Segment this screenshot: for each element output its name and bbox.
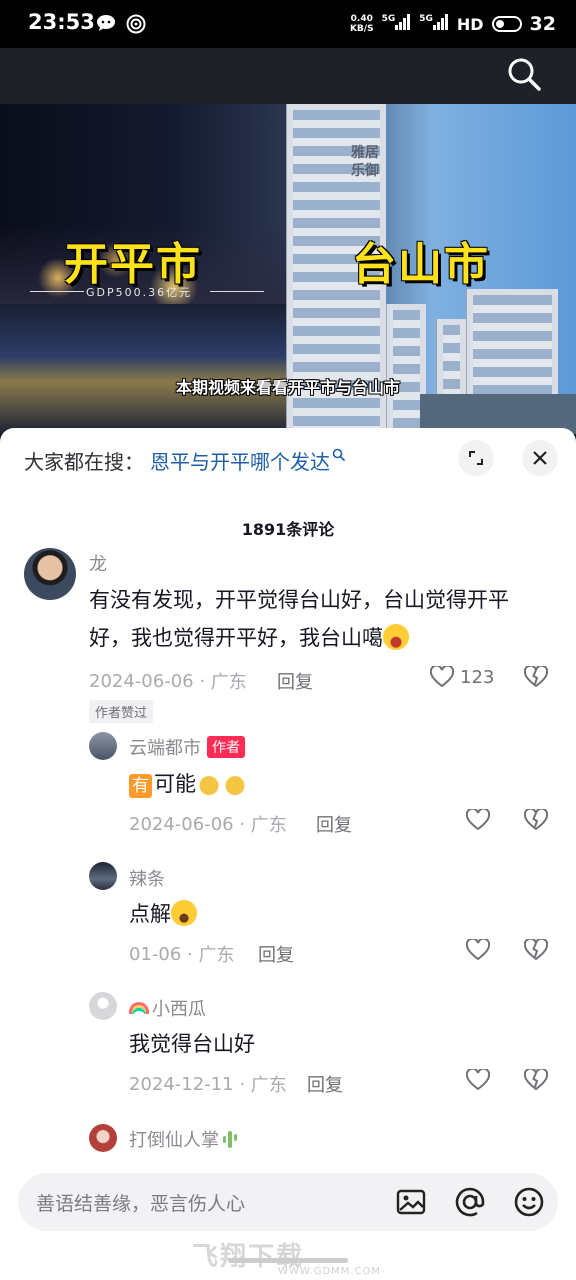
author-tag: 作者 [207, 736, 245, 758]
heart-icon [430, 666, 454, 688]
video-subtitle: 本期视频来看看开平市与台山市 [175, 378, 400, 397]
mention-icon[interactable] [453, 1185, 487, 1219]
expand-button[interactable] [458, 440, 494, 476]
reply-meta: 2024-12-11 · 广东 [129, 1073, 287, 1097]
left-city-title: 开平市 [64, 239, 202, 290]
browser-app-icon [126, 14, 146, 34]
search-icon [332, 448, 346, 461]
emoji-icon[interactable] [512, 1185, 546, 1219]
comment-username[interactable]: 龙 [89, 550, 107, 576]
reply-button[interactable]: 回复 [277, 668, 313, 694]
watermark-url: WWW.GDMM.COM [278, 1266, 382, 1277]
comment-count: 1891条评论 [241, 520, 335, 539]
reply-text: 点解 [129, 896, 197, 932]
signal-5g-2: 5G [419, 14, 449, 34]
gdp-line-right [210, 291, 264, 292]
search-icon[interactable] [506, 56, 542, 92]
night-city-river [0, 304, 300, 434]
heart-icon[interactable] [466, 809, 490, 831]
like-count: 123 [460, 666, 495, 688]
net-speed: 0.40 KB/S [349, 14, 374, 34]
right-city-title: 台山市 [352, 239, 490, 290]
image-icon[interactable] [394, 1185, 428, 1219]
reply-username[interactable]: 辣条 [129, 865, 165, 891]
like-button[interactable]: 123 [430, 666, 494, 688]
reply-button[interactable]: 回复 [258, 941, 294, 967]
avatar[interactable] [89, 732, 117, 760]
signal-icon [432, 14, 448, 30]
avatar[interactable] [89, 1124, 117, 1152]
reply-button[interactable]: 回复 [307, 1071, 343, 1097]
avatar[interactable] [89, 992, 117, 1020]
comment-input-placeholder: 善语结善缘，恶言伤人心 [36, 1193, 246, 1215]
comment-sheet: 大家都在搜： 恩平与开平哪个发达 1891条评论 龙 有没有发现，开平觉得台山好… [0, 428, 576, 1280]
broken-heart-icon[interactable] [524, 1069, 548, 1091]
left-city-gdp: GDP500.36亿元 [86, 286, 193, 299]
reply-username[interactable]: 小西瓜 [129, 995, 206, 1021]
building-sign: 雅居乐御 [351, 145, 379, 179]
signal-icon [395, 14, 411, 30]
praying-hands-icon [222, 770, 248, 796]
status-right: 0.40 KB/S 5G 5G HD 32 [350, 12, 556, 36]
chat-app-icon [97, 15, 115, 31]
status-bar: 23:53 0.40 KB/S 5G 5G HD 32 [0, 0, 576, 48]
you-emoji-tag: 有 [129, 774, 152, 798]
status-time: 23:53 [28, 10, 95, 34]
hd-indicator: HD [456, 14, 484, 34]
laughing-emoji-icon [383, 624, 409, 650]
heart-icon[interactable] [466, 939, 490, 961]
broken-heart-icon[interactable] [524, 809, 548, 831]
avatar[interactable] [89, 862, 117, 890]
shocked-emoji-icon [171, 900, 197, 926]
hot-search-label: 大家都在搜： [24, 450, 144, 474]
expand-icon [469, 451, 483, 465]
reply-text: 我觉得台山好 [129, 1032, 255, 1056]
reply-meta: 01-06 · 广东 [129, 943, 235, 967]
gdp-line-left [30, 291, 84, 292]
reply-text: 有可能 [129, 766, 248, 802]
close-icon [533, 451, 547, 465]
broken-heart-icon[interactable] [524, 939, 548, 961]
comment-text-line1: 有没有发现，开平觉得台山好，台山觉得开平 [89, 588, 509, 612]
battery-icon [491, 16, 522, 32]
comment-text-line2: 好，我也觉得开平好，我台山噶 [89, 620, 409, 656]
reply-button[interactable]: 回复 [316, 811, 352, 837]
reply-meta: 2024-06-06 · 广东 [129, 813, 287, 837]
video-player[interactable]: 雅居乐御 开平市 GDP500.36亿元 台山市 本期视频来看看开平市与台山市 [0, 104, 576, 434]
top-bar [0, 48, 576, 104]
rainbow-icon [129, 1002, 149, 1014]
broken-heart-icon[interactable] [524, 666, 548, 688]
comment-meta: 2024-06-06 · 广东 [89, 670, 247, 694]
cactus-icon [223, 1131, 237, 1148]
avatar[interactable] [24, 548, 76, 600]
home-indicator[interactable] [228, 1258, 348, 1263]
signal-5g-1: 5G [382, 14, 412, 34]
reply-username[interactable]: 云端都市 作者 [129, 734, 245, 760]
author-liked-badge: 作者赞过 [89, 700, 154, 723]
battery-level: 32 [529, 13, 556, 35]
reply-username[interactable]: 打倒仙人掌 [129, 1126, 238, 1152]
hot-search-term[interactable]: 恩平与开平哪个发达 [150, 446, 330, 475]
heart-icon[interactable] [466, 1069, 490, 1091]
comment-input[interactable]: 善语结善缘，恶言伤人心 [18, 1173, 558, 1231]
close-button[interactable] [522, 440, 558, 476]
hot-search[interactable]: 大家都在搜： 恩平与开平哪个发达 [24, 446, 346, 475]
praying-hands-icon [196, 770, 222, 796]
